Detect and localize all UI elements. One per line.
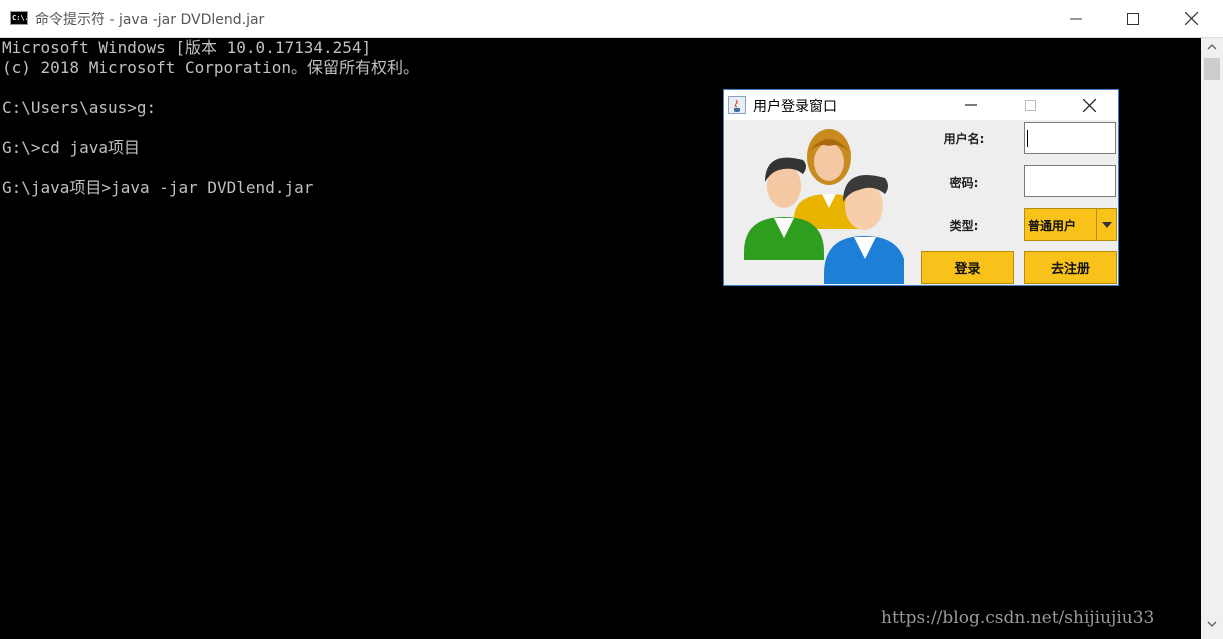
vertical-scrollbar[interactable]	[1201, 38, 1223, 639]
close-icon	[1184, 12, 1198, 25]
close-icon	[1082, 98, 1096, 112]
java-icon	[728, 96, 746, 114]
user-type-selected: 普通用户	[1028, 219, 1077, 233]
cmd-icon: C:\.	[10, 11, 28, 25]
minimize-button[interactable]	[1047, 0, 1105, 37]
scroll-down-icon[interactable]	[1207, 621, 1217, 627]
window-title: 命令提示符 - java -jar DVDlend.jar	[35, 12, 265, 28]
maximize-button[interactable]	[1104, 0, 1162, 37]
console-line: G:\>cd java项目	[2, 138, 140, 157]
password-field[interactable]	[1024, 165, 1116, 197]
console-line: G:\java项目>java -jar DVDlend.jar	[2, 178, 314, 197]
login-button-label: 登录	[954, 262, 981, 277]
minimize-icon	[965, 104, 977, 106]
type-label: 类型:	[949, 219, 979, 233]
username-field[interactable]	[1024, 122, 1116, 154]
users-group-icon	[744, 129, 904, 284]
close-button[interactable]	[1162, 0, 1220, 37]
login-button[interactable]: 登录	[921, 251, 1014, 284]
maximize-icon	[1127, 12, 1139, 25]
register-button[interactable]: 去注册	[1024, 251, 1117, 284]
watermark: https://blog.csdn.net/shijiujiu33	[881, 608, 1155, 628]
console-line: C:\Users\asus>g:	[2, 98, 157, 117]
console-line: Microsoft Windows [版本 10.0.17134.254]	[2, 38, 372, 57]
dialog-minimize-button[interactable]	[956, 90, 986, 120]
dialog-maximize-button[interactable]	[1015, 90, 1045, 120]
chevron-down-icon	[1101, 221, 1112, 228]
login-dialog[interactable]: 用户登录窗口 用户名: 密码: 类型: 普通用户 登录 去注册	[723, 89, 1119, 286]
password-label: 密码:	[949, 176, 979, 190]
dialog-title: 用户登录窗口	[753, 99, 837, 115]
dropdown-arrow-button[interactable]	[1096, 209, 1116, 240]
scroll-up-icon[interactable]	[1207, 44, 1217, 50]
register-button-label: 去注册	[1050, 262, 1090, 277]
user-type-select[interactable]: 普通用户	[1024, 208, 1117, 241]
console-line: (c) 2018 Microsoft Corporation。保留所有权利。	[2, 58, 419, 77]
dialog-close-button[interactable]	[1074, 90, 1104, 120]
dialog-titlebar[interactable]: 用户登录窗口	[724, 90, 1118, 120]
maximize-icon	[1024, 99, 1036, 111]
text-caret	[1027, 130, 1028, 147]
scroll-thumb[interactable]	[1204, 58, 1220, 80]
username-label: 用户名:	[943, 132, 985, 146]
minimize-icon	[1070, 18, 1082, 19]
window-titlebar[interactable]: C:\. 命令提示符 - java -jar DVDlend.jar	[0, 0, 1223, 38]
